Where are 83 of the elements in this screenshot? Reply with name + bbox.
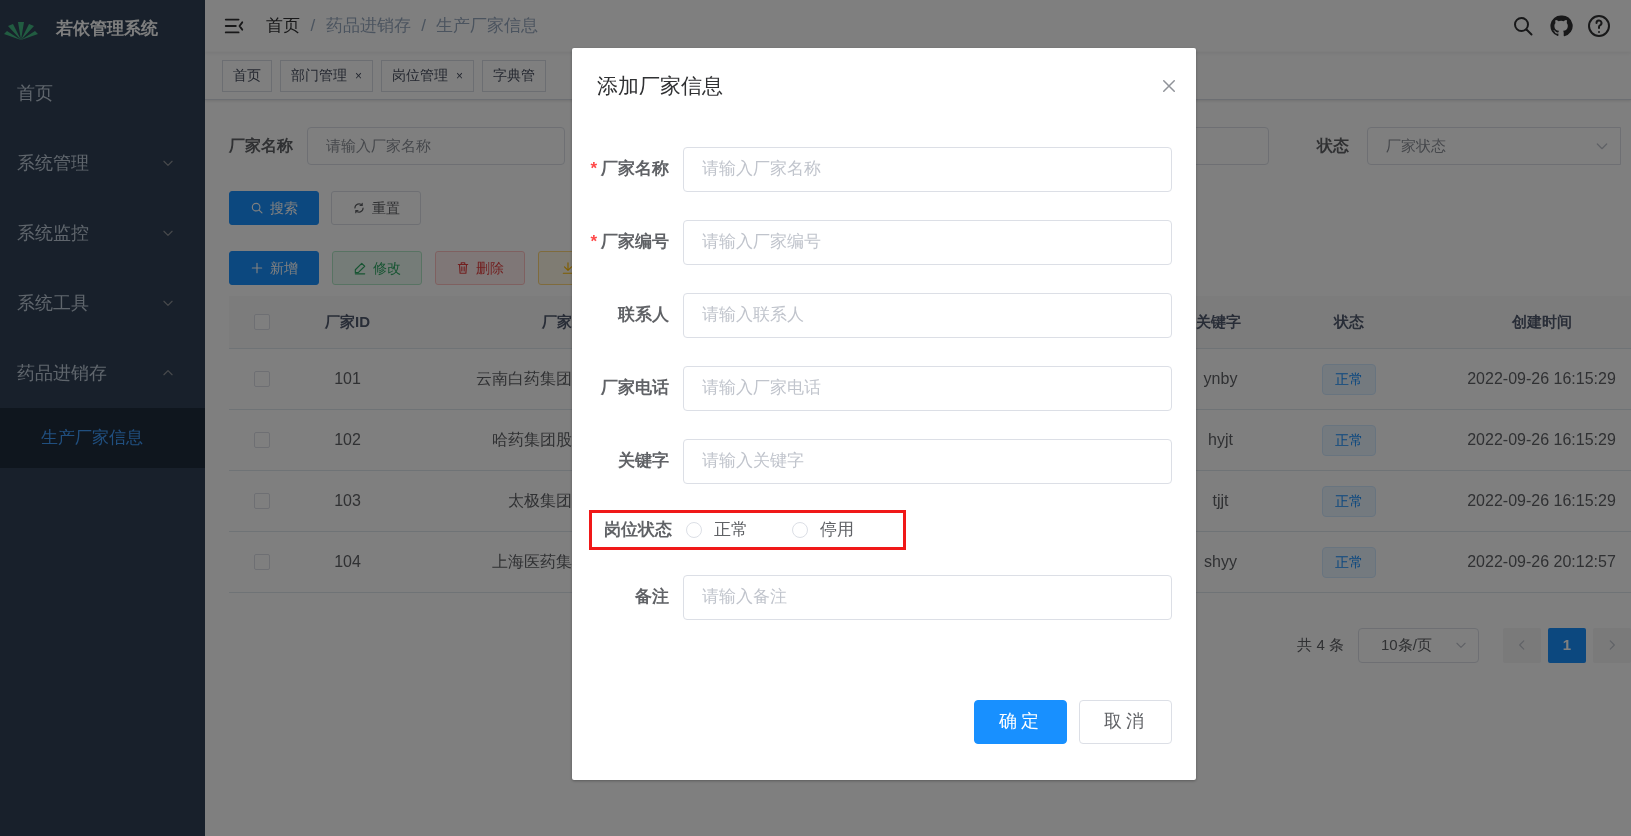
tab-tag-label: 岗位管理 (392, 66, 448, 85)
search-icon (250, 201, 264, 215)
table-cell: 云南白药集团 (476, 370, 572, 387)
column-header: 状态 (1333, 312, 1364, 330)
text-field[interactable]: 请输入厂家电话 (683, 365, 1172, 411)
sidebar-item[interactable]: 系统管理 (0, 128, 205, 198)
table-cell: 2022-09-26 16:15:29 (1467, 370, 1616, 387)
table-cell: 101 (334, 370, 361, 387)
text-field[interactable]: 请输入厂家编号 (683, 219, 1172, 265)
close-icon[interactable]: × (456, 66, 464, 85)
tab-tag[interactable]: 首页 (222, 59, 272, 92)
breadcrumb-item[interactable]: 首页 (266, 13, 300, 39)
table-cell: 104 (334, 553, 361, 570)
table-cell: 102 (334, 431, 361, 448)
tab-tag[interactable]: 岗位管理 × (381, 59, 475, 92)
prev-page-button[interactable] (1503, 627, 1541, 663)
cancel-button[interactable]: 取消 (1079, 699, 1172, 744)
form-label: 厂家编号 (601, 232, 669, 252)
field-label: 状态 (1317, 136, 1349, 156)
required-mark: * (590, 232, 597, 252)
table-cell: tjjt (1212, 492, 1229, 509)
field-label: 厂家名称 (229, 136, 293, 156)
search-button[interactable]: 搜索 (229, 191, 319, 225)
status-tag: 正常 (1321, 485, 1376, 517)
text-field[interactable]: 请输入厂家名称 (683, 146, 1172, 192)
total-count: 共 4 条 (1297, 634, 1344, 655)
table-cell: shyy (1204, 553, 1237, 570)
table-cell: 太极集团 (508, 492, 572, 509)
pencil-icon (353, 261, 367, 275)
form-label: 关键字 (617, 450, 670, 473)
confirm-button[interactable]: 确定 (974, 699, 1067, 744)
column-header: 厂家 (542, 312, 572, 330)
radio-label[interactable]: 正常 (714, 517, 748, 543)
table-cell: 哈药集团股 (492, 431, 572, 448)
sidebar-item[interactable]: 系统监控 (0, 198, 205, 268)
table-cell: 上海医药集 (492, 553, 572, 570)
next-page-button[interactable] (1593, 627, 1631, 663)
submenu-item[interactable]: 生产厂家信息 (0, 408, 205, 468)
trash-icon (456, 261, 470, 275)
app-title: 若依管理系统 (56, 18, 158, 41)
refresh-icon (352, 201, 366, 215)
page-button[interactable]: 1 (1548, 627, 1586, 663)
status-tag: 正常 (1321, 546, 1376, 578)
search-icon[interactable] (1511, 14, 1535, 38)
sidebar-item[interactable]: 药品进销存 (0, 338, 205, 408)
plus-icon (250, 261, 264, 275)
sidebar-item[interactable]: 首页 (0, 58, 205, 128)
form-label: 备注 (634, 586, 670, 609)
dialog-title: 添加厂家信息 (596, 73, 723, 99)
table-cell: 2022-09-26 16:15:29 (1467, 492, 1616, 509)
column-header: 创建时间 (1511, 312, 1572, 330)
required-mark: * (590, 159, 597, 179)
text-field[interactable]: 请输入联系人 (683, 292, 1172, 338)
sidebar-item[interactable]: 系统工具 (0, 268, 205, 338)
breadcrumb-separator: / (421, 15, 426, 38)
tab-tag[interactable]: 字典管 (482, 59, 547, 92)
octocat-icon[interactable] (1549, 14, 1573, 38)
form-label: 厂家名称 (601, 159, 669, 179)
radio-label[interactable]: 停用 (820, 517, 854, 543)
table-cell: ynby (1203, 370, 1238, 387)
tab-tag[interactable]: 部门管理 × (280, 59, 373, 92)
column-header: 厂家ID (325, 312, 370, 330)
form-label: 厂家电话 (600, 377, 670, 400)
table-cell: 2022-09-26 16:15:29 (1467, 431, 1616, 448)
status-tag: 正常 (1321, 363, 1376, 395)
close-icon[interactable]: × (355, 66, 362, 85)
form-label: 联系人 (616, 304, 670, 327)
page-size-select[interactable]: 10条/页 (1358, 627, 1479, 663)
column-header: 关键字 (1196, 312, 1241, 330)
add-button[interactable]: 新增 (229, 251, 319, 285)
reset-button[interactable]: 重置 (331, 191, 421, 225)
text-field[interactable]: 请输入关键字 (683, 438, 1172, 484)
table-cell: 2022-09-26 20:12:57 (1467, 553, 1616, 570)
status-tag: 正常 (1321, 424, 1376, 456)
table-cell: hyjt (1208, 431, 1233, 448)
select-field[interactable]: 厂家状态 (1367, 127, 1621, 165)
breadcrumb-separator: / (310, 15, 316, 38)
table-cell: 103 (334, 492, 361, 509)
tab-tag-label: 部门管理 (291, 66, 347, 85)
text-field[interactable]: 请输入备注 (683, 574, 1172, 620)
help-icon[interactable] (1587, 14, 1611, 38)
download-icon (561, 261, 575, 275)
form-label: 岗位状态 (603, 519, 673, 542)
